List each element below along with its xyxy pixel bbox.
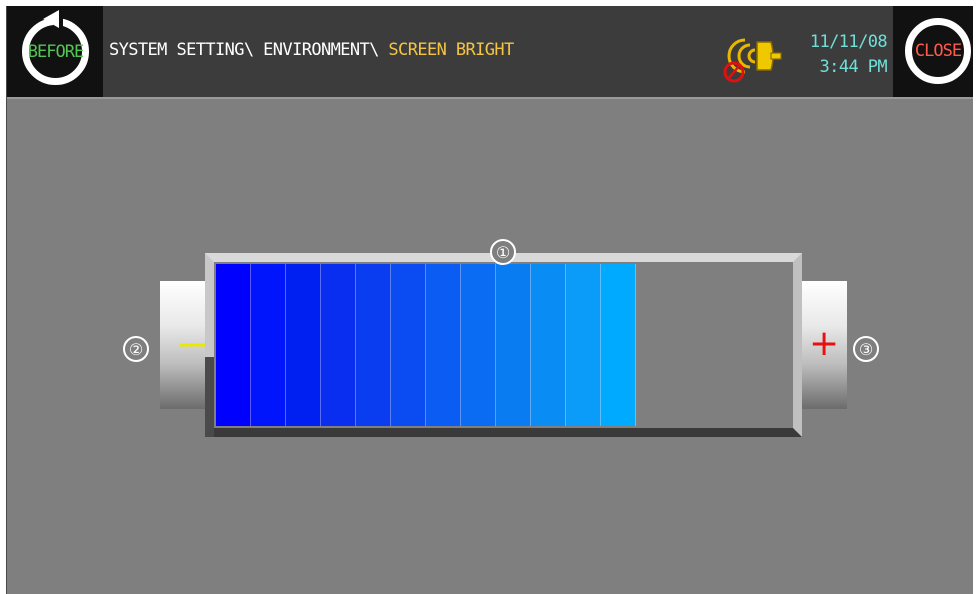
close-button[interactable]: CLOSE — [893, 6, 973, 97]
date-text: 11/11/08 — [809, 32, 888, 52]
marker-decrease: ② — [123, 336, 149, 362]
back-circle-icon: BEFORE — [22, 18, 89, 85]
marker-bar: ① — [490, 239, 516, 265]
marker-increase: ③ — [853, 336, 879, 362]
breadcrumb-path: SYSTEM SETTING\ ENVIRONMENT\ — [109, 40, 389, 60]
brightness-segment — [496, 264, 531, 426]
datetime-display: 11/11/08 3:44 PM — [803, 30, 888, 80]
brightness-segment — [601, 264, 636, 426]
brightness-segment — [461, 264, 496, 426]
brightness-segment — [391, 264, 426, 426]
close-circle-icon: CLOSE — [905, 18, 971, 84]
screen-bright-panel: BEFORE SYSTEM SETTING\ ENVIRONMENT\ SCRE… — [6, 6, 973, 594]
increase-brightness-button[interactable]: + — [802, 281, 847, 409]
back-arrow-icon — [43, 10, 59, 28]
brightness-segment — [286, 264, 321, 426]
brightness-segment — [426, 264, 461, 426]
brightness-bar-frame — [205, 253, 802, 437]
time-text: 3:44 PM — [819, 57, 888, 77]
alarm-bell-icon[interactable] — [721, 28, 785, 84]
brightness-segment — [356, 264, 391, 426]
plus-icon: + — [809, 323, 840, 364]
brightness-segment — [531, 264, 566, 426]
brightness-segment — [566, 264, 601, 426]
close-label: CLOSE — [914, 41, 962, 61]
brightness-segment — [321, 264, 356, 426]
brightness-level-bar[interactable] — [216, 264, 636, 426]
before-button[interactable]: BEFORE — [7, 6, 103, 97]
header-bar: BEFORE SYSTEM SETTING\ ENVIRONMENT\ SCRE… — [7, 6, 973, 99]
decrease-brightness-button[interactable]: — — [160, 281, 218, 409]
brightness-segment — [216, 264, 251, 426]
breadcrumb: SYSTEM SETTING\ ENVIRONMENT\ SCREEN BRIG… — [109, 40, 514, 60]
breadcrumb-current: SCREEN BRIGHT — [388, 40, 514, 60]
before-label: BEFORE — [27, 41, 84, 62]
brightness-segment — [251, 264, 286, 426]
